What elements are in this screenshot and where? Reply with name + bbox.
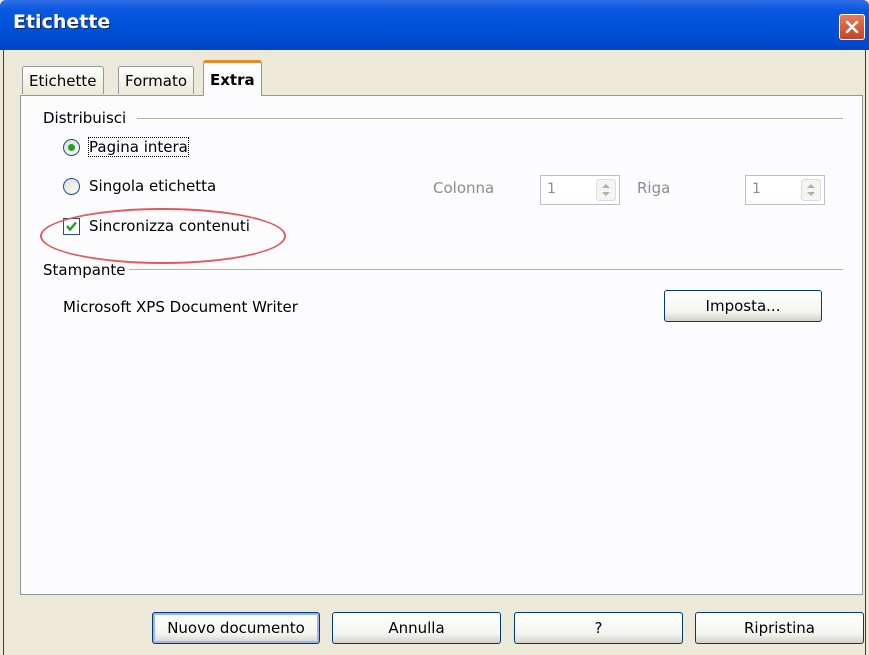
tab-panel (20, 95, 863, 595)
tab-formato[interactable]: Formato (118, 66, 195, 94)
title-bar[interactable]: Etichette (0, 0, 869, 50)
distribute-group-label: Distribuisci (43, 109, 127, 127)
close-icon (845, 20, 859, 34)
printer-group-label: Stampante (43, 261, 126, 279)
printer-divider (129, 269, 843, 271)
spin-arrows-icon (602, 184, 610, 196)
new-document-button[interactable]: Nuovo documento (152, 612, 320, 644)
printer-name: Microsoft XPS Document Writer (63, 298, 298, 316)
sync-contents-checkbox[interactable] (63, 218, 80, 235)
spin-arrows-icon (807, 184, 815, 196)
row-spin-buttons[interactable] (801, 179, 821, 201)
column-spinner[interactable]: 1 (540, 175, 620, 205)
cancel-button[interactable]: Annulla (332, 612, 501, 644)
column-label: Colonna (433, 179, 495, 197)
tab-label: Etichette (29, 72, 97, 90)
window-title: Etichette (13, 11, 111, 33)
tab-etichette[interactable]: Etichette (22, 66, 104, 94)
sync-contents-label[interactable]: Sincronizza contenuti (89, 217, 250, 235)
radio-selected-dot (68, 144, 75, 151)
close-button[interactable] (839, 14, 865, 40)
whole-page-label[interactable]: Pagina intera (88, 137, 189, 157)
distribute-divider (137, 118, 843, 120)
help-button[interactable]: ? (514, 612, 683, 644)
single-label-label[interactable]: Singola etichetta (89, 177, 216, 195)
column-spin-buttons[interactable] (596, 179, 616, 201)
printer-setup-button[interactable]: Imposta... (664, 290, 822, 322)
checkmark-icon (66, 221, 77, 232)
whole-page-radio[interactable] (63, 139, 80, 156)
column-value: 1 (547, 181, 556, 197)
tab-label: Formato (125, 72, 188, 90)
row-value: 1 (752, 181, 761, 197)
row-label: Riga (637, 179, 671, 197)
row-spinner[interactable]: 1 (745, 175, 825, 205)
tab-label: Extra (210, 71, 255, 89)
reset-button[interactable]: Ripristina (695, 612, 864, 644)
tab-extra[interactable]: Extra (203, 60, 262, 96)
single-label-radio[interactable] (63, 178, 80, 195)
